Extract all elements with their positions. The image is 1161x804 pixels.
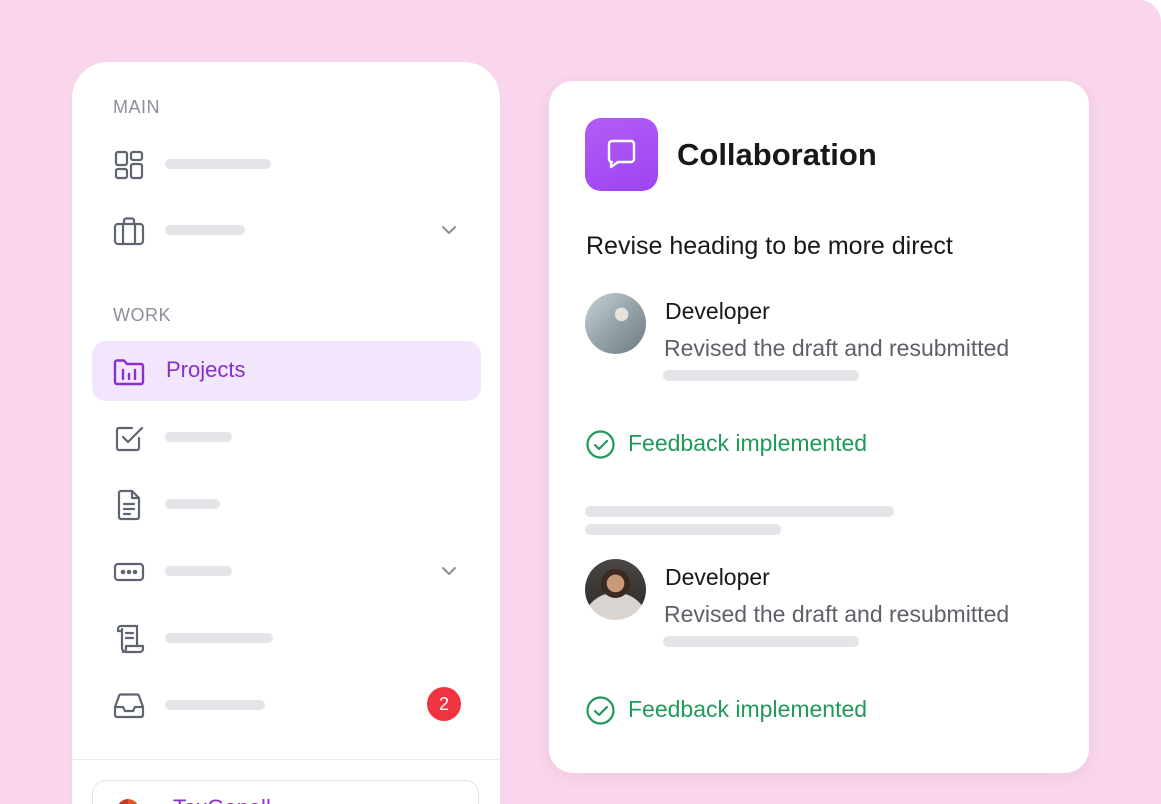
scroll-icon (112, 622, 146, 656)
collaboration-card: Collaboration Revise heading to be more … (549, 81, 1089, 773)
card-title: Collaboration (677, 137, 877, 172)
sidebar-item-label: Projects (166, 357, 246, 382)
org-logo-icon (117, 799, 139, 804)
placeholder-bar (165, 225, 245, 235)
sidebar-item-tasks[interactable] (92, 407, 481, 467)
app-canvas: MAIN WORK Projects 2 Collaboration Revis… (0, 0, 1161, 804)
person-message: Revised the draft and resubmitted (664, 601, 1010, 627)
dashboard-grid-icon (112, 148, 146, 182)
check-circle-icon (586, 696, 615, 725)
placeholder-bar (585, 524, 781, 535)
card-subtitle: Revise heading to be more direct (586, 232, 953, 260)
status-text: Feedback implemented (628, 430, 868, 456)
section-label-work: WORK (113, 305, 171, 325)
placeholder-bar (165, 159, 271, 169)
person-name: Developer (665, 564, 770, 590)
inbox-icon (112, 689, 146, 723)
avatar (585, 559, 646, 620)
ellipsis-box-icon (112, 555, 146, 589)
sidebar: MAIN WORK Projects 2 (72, 62, 500, 804)
org-name: TaxGenell (173, 795, 271, 804)
avatar (585, 293, 646, 354)
sidebar-divider (72, 759, 500, 760)
sidebar-item-dashboard[interactable] (92, 134, 481, 194)
chat-bubble-icon (585, 118, 658, 191)
placeholder-bar (165, 499, 220, 509)
check-circle-icon (586, 430, 615, 459)
placeholder-bar (585, 506, 894, 517)
placeholder-bar (165, 633, 273, 643)
placeholder-bar (165, 700, 265, 710)
sidebar-item-documents[interactable] (92, 474, 481, 534)
placeholder-bar (165, 566, 232, 576)
chevron-down-icon[interactable] (439, 561, 459, 581)
sidebar-item-more[interactable] (92, 541, 481, 601)
sidebar-item-scroll[interactable] (92, 608, 481, 668)
sidebar-item-projects[interactable]: Projects (92, 341, 481, 401)
person-message: Revised the draft and resubmitted (664, 335, 1010, 361)
folder-chart-icon (112, 355, 146, 389)
placeholder-bar (663, 370, 859, 381)
notification-badge: 2 (427, 687, 461, 721)
chevron-down-icon[interactable] (439, 220, 459, 240)
placeholder-bar (165, 432, 232, 442)
placeholder-bar (663, 636, 859, 647)
checkbox-icon (112, 421, 146, 455)
document-icon (112, 488, 146, 522)
briefcase-icon (112, 214, 146, 248)
org-switcher[interactable]: TaxGenell (92, 780, 479, 804)
person-name: Developer (665, 298, 770, 324)
sidebar-item-inbox[interactable]: 2 (92, 675, 481, 735)
status-text: Feedback implemented (628, 696, 868, 722)
sidebar-item-briefcase[interactable] (92, 200, 481, 260)
section-label-main: MAIN (113, 97, 160, 117)
